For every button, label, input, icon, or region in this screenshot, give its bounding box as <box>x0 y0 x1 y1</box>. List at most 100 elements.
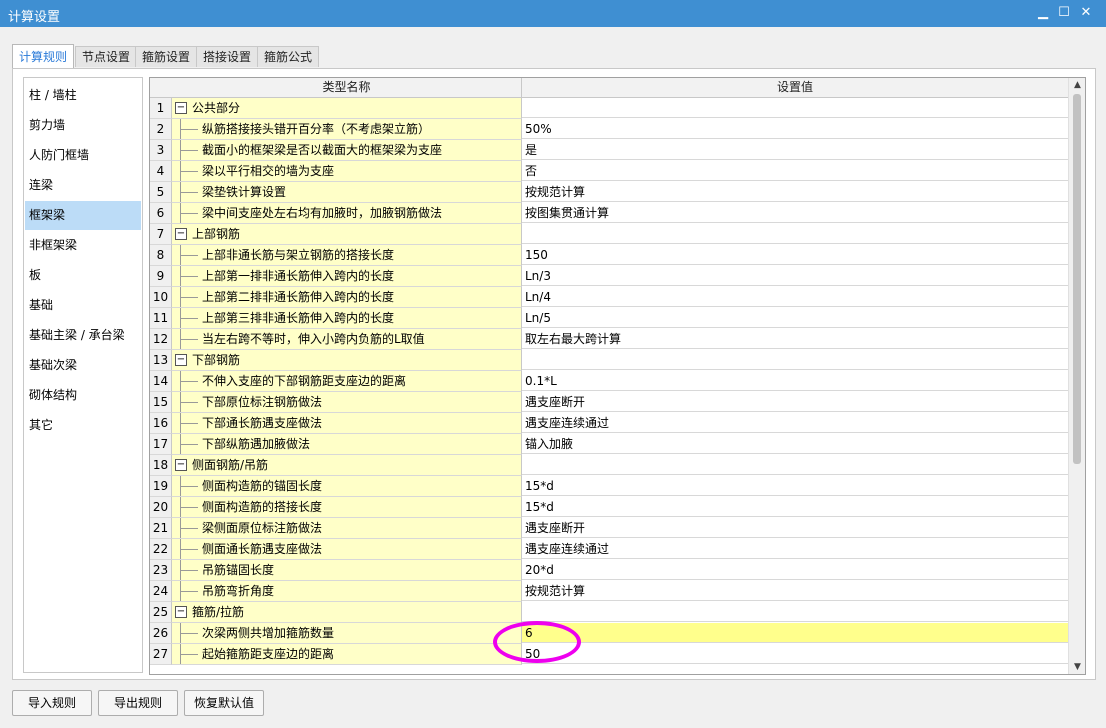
tab-stirrup-settings[interactable]: 箍筋设置 <box>135 46 198 67</box>
setting-value-cell[interactable]: 遇支座连续通过 <box>522 413 1068 433</box>
setting-name-cell[interactable]: 吊筋锚固长度 <box>172 560 522 581</box>
setting-name-cell[interactable]: 上部第一排非通长筋伸入跨内的长度 <box>172 266 522 287</box>
sidebar-item-frame-beam[interactable]: 框架梁 <box>25 201 141 230</box>
sidebar-item-other[interactable]: 其它 <box>25 411 141 440</box>
table-row[interactable]: 6 梁中间支座处左右均有加腋时，加腋钢筋做法 按图集贯通计算 <box>150 203 1068 224</box>
collapse-icon[interactable]: − <box>175 606 187 618</box>
setting-value-cell[interactable]: 50 <box>522 644 1068 664</box>
vertical-scrollbar[interactable]: ▲ ▼ <box>1068 78 1085 674</box>
scroll-down-icon[interactable]: ▼ <box>1069 660 1085 674</box>
setting-value-cell[interactable]: Ln/3 <box>522 266 1068 286</box>
setting-name-cell[interactable]: 梁侧面原位标注筋做法 <box>172 518 522 539</box>
setting-name-cell[interactable]: 纵筋搭接接头错开百分率（不考虑架立筋） <box>172 119 522 140</box>
table-row[interactable]: 21 梁侧面原位标注筋做法 遇支座断开 <box>150 518 1068 539</box>
table-row[interactable]: 20 侧面构造筋的搭接长度 15*d <box>150 497 1068 518</box>
setting-value-cell[interactable] <box>522 98 1068 118</box>
group-row[interactable]: 18− 侧面钢筋/吊筋 <box>150 455 1068 476</box>
group-row[interactable]: 13− 下部钢筋 <box>150 350 1068 371</box>
table-row[interactable]: 24 吊筋弯折角度 按规范计算 <box>150 581 1068 602</box>
table-row[interactable]: 3 截面小的框架梁是否以截面大的框架梁为支座 是 <box>150 140 1068 161</box>
table-row[interactable]: 9 上部第一排非通长筋伸入跨内的长度 Ln/3 <box>150 266 1068 287</box>
table-row[interactable]: 8 上部非通长筋与架立钢筋的搭接长度 150 <box>150 245 1068 266</box>
tab-stirrup-formula[interactable]: 箍筋公式 <box>257 46 320 67</box>
setting-name-cell[interactable]: 次梁两侧共增加箍筋数量 <box>172 623 522 644</box>
column-header-name[interactable]: 类型名称 <box>172 78 522 98</box>
group-row[interactable]: 7− 上部钢筋 <box>150 224 1068 245</box>
setting-name-cell[interactable]: − 下部钢筋 <box>172 350 522 371</box>
setting-value-cell[interactable]: 按图集贯通计算 <box>522 203 1068 223</box>
setting-value-cell[interactable]: 50% <box>522 119 1068 139</box>
minimize-icon[interactable]: ▁ <box>1032 4 1054 22</box>
sidebar-item-foundation-main-beam[interactable]: 基础主梁 / 承台梁 <box>25 321 141 350</box>
setting-value-cell[interactable]: 150 <box>522 245 1068 265</box>
setting-name-cell[interactable]: 上部非通长筋与架立钢筋的搭接长度 <box>172 245 522 266</box>
collapse-icon[interactable]: − <box>175 354 187 366</box>
sidebar-item-non-frame-beam[interactable]: 非框架梁 <box>25 231 141 260</box>
sidebar-item-foundation[interactable]: 基础 <box>25 291 141 320</box>
setting-name-cell[interactable]: 不伸入支座的下部钢筋距支座边的距离 <box>172 371 522 392</box>
setting-value-cell[interactable]: 遇支座连续通过 <box>522 539 1068 559</box>
table-row[interactable]: 16 下部通长筋遇支座做法 遇支座连续通过 <box>150 413 1068 434</box>
table-row[interactable]: 2 纵筋搭接接头错开百分率（不考虑架立筋） 50% <box>150 119 1068 140</box>
import-rules-button[interactable]: 导入规则 <box>12 690 92 716</box>
table-row[interactable]: 17 下部纵筋遇加腋做法 锚入加腋 <box>150 434 1068 455</box>
column-header-value[interactable]: 设置值 <box>522 78 1068 98</box>
setting-name-cell[interactable]: − 上部钢筋 <box>172 224 522 245</box>
sidebar-item-coupling-beam[interactable]: 连梁 <box>25 171 141 200</box>
collapse-icon[interactable]: − <box>175 228 187 240</box>
table-row[interactable]: 22 侧面通长筋遇支座做法 遇支座连续通过 <box>150 539 1068 560</box>
setting-value-cell[interactable]: Ln/5 <box>522 308 1068 328</box>
title-bar[interactable]: 计算设置 ▁ ☐ ✕ <box>0 0 1106 27</box>
maximize-icon[interactable]: ☐ <box>1053 4 1075 22</box>
setting-value-cell[interactable]: 15*d <box>522 476 1068 496</box>
setting-name-cell[interactable]: 梁垫铁计算设置 <box>172 182 522 203</box>
restore-defaults-button[interactable]: 恢复默认值 <box>184 690 264 716</box>
tab-calc-rules[interactable]: 计算规则 <box>12 44 75 69</box>
setting-value-cell[interactable]: 锚入加腋 <box>522 434 1068 454</box>
setting-name-cell[interactable]: 当左右跨不等时，伸入小跨内负筋的L取值 <box>172 329 522 350</box>
setting-value-cell[interactable] <box>522 224 1068 244</box>
table-row[interactable]: 26 次梁两侧共增加箍筋数量 6 <box>150 623 1068 644</box>
tab-lap-settings[interactable]: 搭接设置 <box>196 46 259 67</box>
tab-node-settings[interactable]: 节点设置 <box>75 46 138 67</box>
setting-name-cell[interactable]: 截面小的框架梁是否以截面大的框架梁为支座 <box>172 140 522 161</box>
table-row[interactable]: 11 上部第三排非通长筋伸入跨内的长度 Ln/5 <box>150 308 1068 329</box>
setting-value-cell[interactable] <box>522 455 1068 475</box>
setting-name-cell[interactable]: 侧面通长筋遇支座做法 <box>172 539 522 560</box>
sidebar-item-masonry[interactable]: 砌体结构 <box>25 381 141 410</box>
sidebar-item-column[interactable]: 柱 / 墙柱 <box>25 81 141 110</box>
setting-name-cell[interactable]: 侧面构造筋的搭接长度 <box>172 497 522 518</box>
setting-name-cell[interactable]: − 箍筋/拉筋 <box>172 602 522 623</box>
setting-name-cell[interactable]: 下部纵筋遇加腋做法 <box>172 434 522 455</box>
collapse-icon[interactable]: − <box>175 459 187 471</box>
sidebar-item-shear-wall[interactable]: 剪力墙 <box>25 111 141 140</box>
export-rules-button[interactable]: 导出规则 <box>98 690 178 716</box>
sidebar-item-slab[interactable]: 板 <box>25 261 141 290</box>
setting-value-cell[interactable]: 是 <box>522 140 1068 160</box>
group-row[interactable]: 25− 箍筋/拉筋 <box>150 602 1068 623</box>
setting-name-cell[interactable]: 起始箍筋距支座边的距离 <box>172 644 522 665</box>
setting-value-cell[interactable]: 6 <box>522 623 1068 643</box>
close-icon[interactable]: ✕ <box>1075 4 1097 22</box>
setting-value-cell[interactable]: 取左右最大跨计算 <box>522 329 1068 349</box>
table-row[interactable]: 14 不伸入支座的下部钢筋距支座边的距离 0.1*L <box>150 371 1068 392</box>
sidebar-item-civil-defense-door-wall[interactable]: 人防门框墙 <box>25 141 141 170</box>
setting-name-cell[interactable]: 吊筋弯折角度 <box>172 581 522 602</box>
setting-value-cell[interactable] <box>522 602 1068 622</box>
table-row[interactable]: 10 上部第二排非通长筋伸入跨内的长度 Ln/4 <box>150 287 1068 308</box>
setting-value-cell[interactable]: 遇支座断开 <box>522 392 1068 412</box>
scroll-up-icon[interactable]: ▲ <box>1069 78 1085 92</box>
setting-value-cell[interactable]: 按规范计算 <box>522 581 1068 601</box>
setting-value-cell[interactable]: Ln/4 <box>522 287 1068 307</box>
setting-name-cell[interactable]: 梁中间支座处左右均有加腋时，加腋钢筋做法 <box>172 203 522 224</box>
setting-value-cell[interactable]: 否 <box>522 161 1068 181</box>
table-row[interactable]: 4 梁以平行相交的墙为支座 否 <box>150 161 1068 182</box>
collapse-icon[interactable]: − <box>175 102 187 114</box>
setting-name-cell[interactable]: 下部通长筋遇支座做法 <box>172 413 522 434</box>
table-row[interactable]: 19 侧面构造筋的锚固长度 15*d <box>150 476 1068 497</box>
setting-value-cell[interactable] <box>522 350 1068 370</box>
setting-value-cell[interactable]: 15*d <box>522 497 1068 517</box>
table-row[interactable]: 5 梁垫铁计算设置 按规范计算 <box>150 182 1068 203</box>
setting-value-cell[interactable]: 0.1*L <box>522 371 1068 391</box>
table-row[interactable]: 15 下部原位标注钢筋做法 遇支座断开 <box>150 392 1068 413</box>
